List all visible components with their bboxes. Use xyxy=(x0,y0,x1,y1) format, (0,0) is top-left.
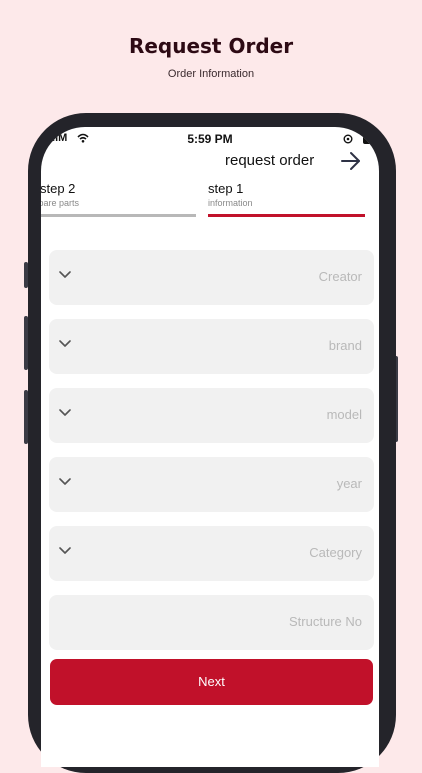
chevron-down-icon xyxy=(59,271,71,278)
chevron-down-icon xyxy=(59,340,71,347)
year-dropdown[interactable]: year xyxy=(49,457,374,512)
brand-placeholder: brand xyxy=(328,338,362,353)
structure-no-input[interactable]: Structure No xyxy=(49,595,374,650)
step-1-subtitle: information xyxy=(208,198,253,208)
chevron-down-icon xyxy=(59,409,71,416)
tab-step-1[interactable]: step 1 information xyxy=(208,181,364,208)
chevron-down-icon xyxy=(59,547,71,554)
header-title: request order xyxy=(225,152,315,169)
category-placeholder: Category xyxy=(309,545,362,560)
structure-no-placeholder: Structure No xyxy=(289,614,362,629)
creator-placeholder: Creator xyxy=(318,269,362,284)
step-1-title: step 1 xyxy=(208,181,244,196)
step-1-underline xyxy=(208,214,365,217)
creator-dropdown[interactable]: Creator xyxy=(49,250,374,305)
arrow-right-icon[interactable] xyxy=(340,151,362,171)
step-2-underline xyxy=(41,214,196,217)
step-2-subtitle: spare parts xyxy=(41,198,80,208)
next-button[interactable]: Next xyxy=(50,659,373,705)
model-placeholder: model xyxy=(326,407,362,422)
step-2-title: step 2 xyxy=(41,181,76,196)
brand-dropdown[interactable]: brand xyxy=(49,319,374,374)
year-placeholder: year xyxy=(336,476,362,491)
page-title: Request Order xyxy=(128,34,294,58)
battery-icon xyxy=(363,135,379,144)
phone-screen: ıılM 5:59 PM request order step 2 spare … xyxy=(41,127,379,767)
orientation-lock-icon xyxy=(343,134,353,144)
page-subtitle: Order Information xyxy=(167,68,255,80)
chevron-down-icon xyxy=(59,478,71,485)
model-dropdown[interactable]: model xyxy=(49,388,374,443)
category-dropdown[interactable]: Category xyxy=(49,526,374,581)
status-time: 5:59 PM xyxy=(187,132,233,146)
status-bar: ıılM 5:59 PM xyxy=(41,127,379,151)
tab-step-2[interactable]: step 2 spare parts xyxy=(41,181,196,208)
